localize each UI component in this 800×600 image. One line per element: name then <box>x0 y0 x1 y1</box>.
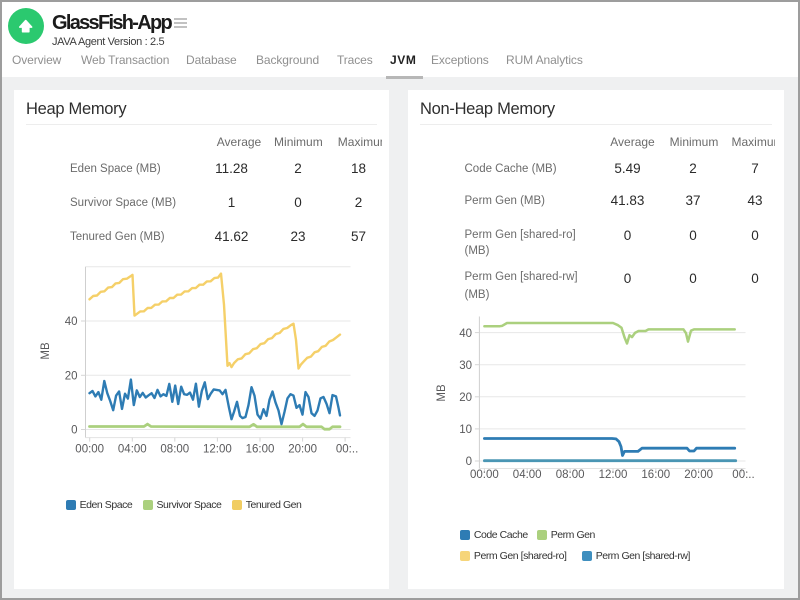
svg-text:30: 30 <box>459 360 472 372</box>
svg-text:12:00: 12:00 <box>203 444 232 456</box>
svg-text:00:00: 00:00 <box>75 444 104 456</box>
svg-text:10: 10 <box>459 424 472 436</box>
svg-text:08:00: 08:00 <box>556 469 585 481</box>
svg-text:20: 20 <box>65 371 78 383</box>
svg-text:40: 40 <box>65 316 78 328</box>
svg-text:20:00: 20:00 <box>288 444 317 456</box>
svg-text:00:..: 00:.. <box>336 444 358 456</box>
svg-text:40: 40 <box>459 328 472 340</box>
svg-text:16:00: 16:00 <box>246 444 275 456</box>
svg-text:08:00: 08:00 <box>160 444 189 456</box>
svg-text:0: 0 <box>466 456 472 468</box>
svg-text:04:00: 04:00 <box>513 469 542 481</box>
svg-text:00:00: 00:00 <box>470 469 499 481</box>
svg-text:12:00: 12:00 <box>599 469 628 481</box>
svg-text:20: 20 <box>459 392 472 404</box>
svg-text:20:00: 20:00 <box>684 469 713 481</box>
svg-text:0: 0 <box>71 425 77 437</box>
svg-text:04:00: 04:00 <box>118 444 147 456</box>
svg-text:00:..: 00:.. <box>732 469 754 481</box>
svg-text:16:00: 16:00 <box>641 469 670 481</box>
svg-text:MB: MB <box>436 384 448 402</box>
svg-text:MB: MB <box>40 342 52 360</box>
